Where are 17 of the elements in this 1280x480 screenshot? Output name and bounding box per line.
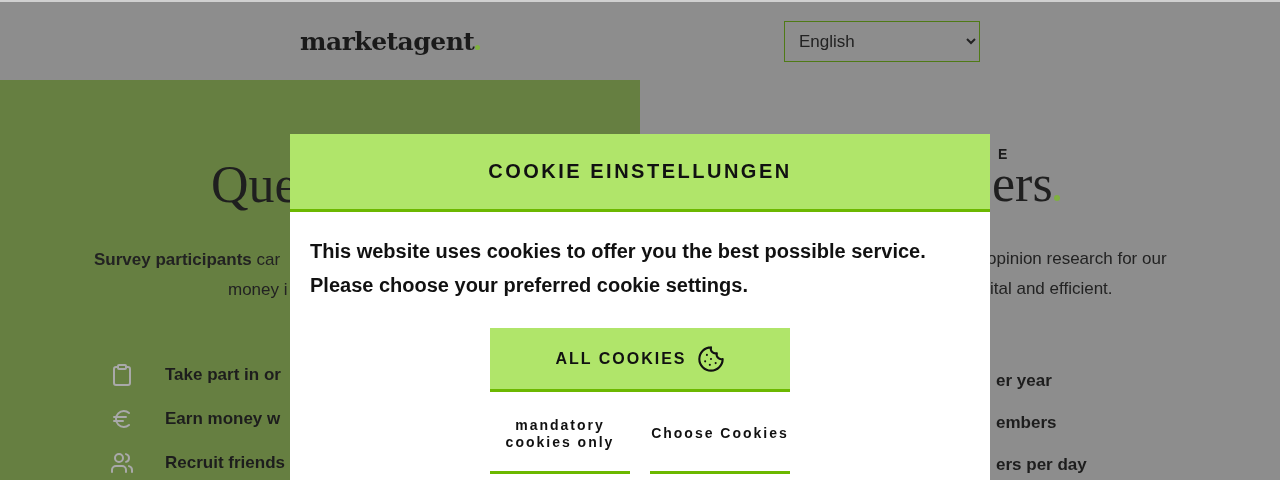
logo: marketagent — [300, 26, 481, 56]
clipboard-icon — [110, 363, 134, 387]
feature-text: Take part in or — [165, 365, 281, 385]
intro-text: Survey participants car — [94, 249, 281, 271]
language-select[interactable]: English — [784, 20, 980, 62]
feature-text: er year — [996, 371, 1052, 391]
dialog-title: COOKIE EINSTELLUNGEN — [290, 134, 990, 212]
people-icon — [110, 451, 134, 475]
intro-text: money i — [228, 279, 288, 301]
intro-text: ital and efficient. — [990, 278, 1113, 300]
feature-text: ers per day — [996, 455, 1087, 475]
feature-text: Earn money w — [165, 409, 281, 429]
cookie-icon — [696, 344, 725, 373]
dialog-message: This website uses cookies to offer you the best possible service. Please choose your preferred cookie settings. — [310, 239, 927, 298]
feature-text: embers — [996, 413, 1057, 433]
all-cookies-button[interactable]: ALL COOKIES — [490, 328, 790, 392]
feature-text: Recruit friends — [165, 453, 285, 473]
